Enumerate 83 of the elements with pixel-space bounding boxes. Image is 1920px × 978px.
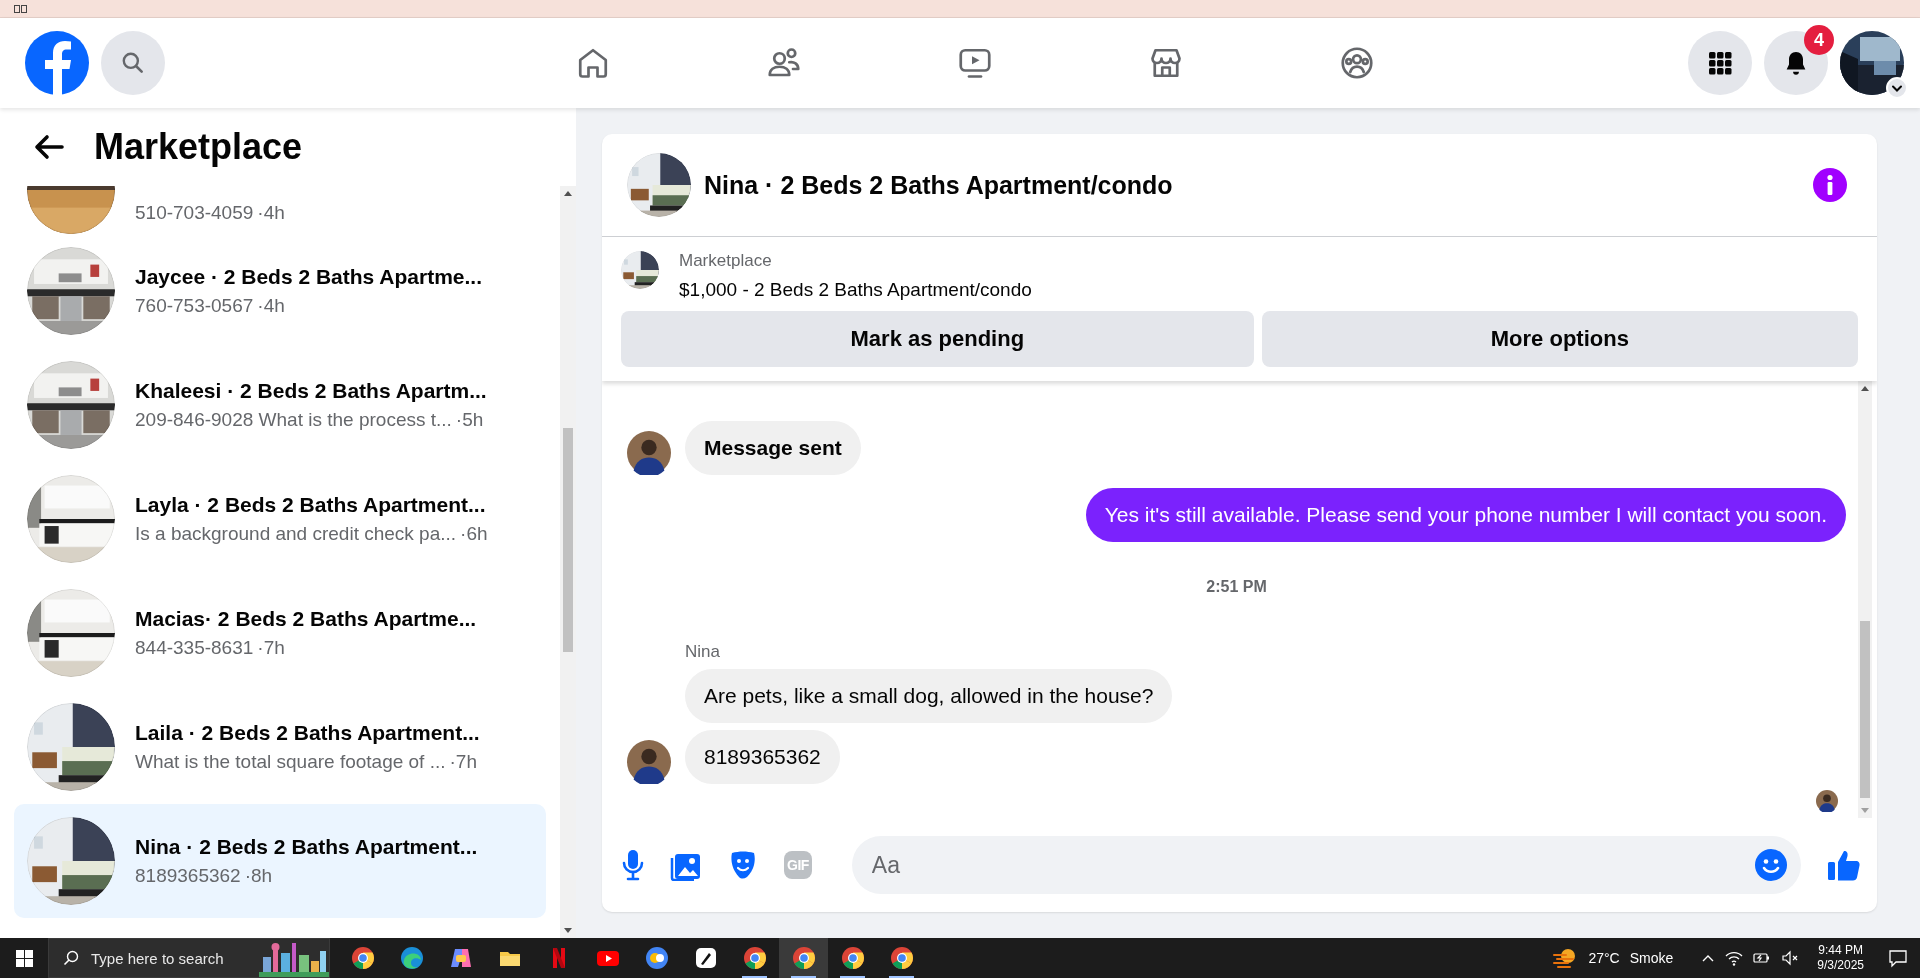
more-options-button[interactable]: More options (1261, 311, 1858, 367)
message-bubble: Are pets, like a small dog, allowed in the house? (685, 669, 1173, 723)
battery-icon[interactable] (1753, 950, 1772, 966)
chat-title: Nina · 2 Beds 2 Baths Apartment/condo (704, 170, 1174, 200)
search-field[interactable]: Type here to search (48, 938, 330, 978)
conversation-title: Nina · 2 Beds 2 Baths Apartment... (135, 835, 478, 859)
message-preview: 510-703-4059 (135, 202, 254, 224)
scrollbar[interactable] (560, 186, 576, 938)
back-arrow-icon[interactable] (34, 134, 64, 160)
avatar (1816, 790, 1838, 812)
grid-icon (1708, 51, 1732, 75)
conversation-item[interactable]: Macias· 2 Beds 2 Baths Apartme... 844-335-8631 ·7h (14, 576, 546, 690)
muted-speaker-icon[interactable] (1781, 950, 1800, 966)
listing-label: Marketplace (679, 251, 773, 271)
pen-icon (693, 946, 718, 970)
timestamp: ·7h (449, 751, 477, 773)
notification-icon[interactable] (1888, 948, 1908, 968)
message-preview: 209-846-9028 What is the process t... (135, 409, 452, 431)
conversation-item[interactable]: 510-703-4059 ·4h (14, 186, 546, 234)
chevron-up-icon[interactable] (1701, 953, 1716, 963)
message-preview: Is a background and credit check pa... (135, 523, 457, 545)
notification-badge: 4 (1804, 25, 1834, 55)
start-icon (15, 949, 33, 967)
taskbar-app[interactable] (779, 938, 828, 978)
timestamp: ·4h (257, 295, 285, 317)
listing-title[interactable]: $1,000 - 2 Beds 2 Baths Apartment/condo (679, 279, 1032, 301)
message-preview: What is the total square footage of ... (135, 751, 446, 773)
browser-icon (889, 946, 914, 970)
scrollbar[interactable] (1858, 381, 1872, 818)
smiley-icon[interactable] (1755, 849, 1787, 881)
conversation-title: Jaycee · 2 Beds 2 Baths Apartme... (135, 265, 483, 289)
message-bubble: Message sent (685, 421, 861, 475)
logo[interactable] (25, 31, 89, 95)
sticker-icon[interactable] (728, 849, 758, 881)
search-icon (120, 50, 146, 76)
scroll-up-icon[interactable] (564, 190, 572, 196)
app-icon (644, 946, 669, 970)
microphone-icon[interactable] (622, 849, 644, 881)
conversation-title: Layla · 2 Beds 2 Baths Apartment... (135, 493, 487, 517)
message-bubble: Yes it's still available. Please send your phone number I will contact you soon. (1085, 488, 1846, 542)
message-field[interactable]: Aa (851, 836, 1801, 894)
chevron-down-icon[interactable] (1886, 77, 1908, 99)
browser-icon (840, 946, 865, 970)
message-time: 2:51 PM (1206, 578, 1267, 596)
message-bubble: 8189365362 (685, 730, 840, 784)
scroll-down-icon[interactable] (564, 928, 572, 934)
timestamp: ·7h (257, 637, 285, 659)
swirl-icon (399, 946, 424, 970)
conversation-title: Macias· 2 Beds 2 Baths Apartme... (135, 607, 477, 631)
app-icon (448, 946, 473, 970)
conversation-item[interactable]: Layla · 2 Beds 2 Baths Apartment... Is a background and credit check pa... ·6h (14, 462, 546, 576)
timestamp: ·6h (460, 523, 488, 545)
sender-name: Nina (685, 642, 721, 662)
conversation-item[interactable]: Laila · 2 Beds 2 Baths Apartment... What is the total square footage of ... ·7h (14, 690, 546, 804)
scroll-thumb[interactable] (1860, 621, 1870, 798)
message-preview: 8189365362 (135, 865, 241, 887)
browser-icon (350, 946, 375, 970)
text-input[interactable]: Aa (869, 850, 1755, 880)
conversation-item[interactable]: Nina · 2 Beds 2 Baths Apartment... 8189365362 ·8h (14, 804, 546, 918)
thumbs-up-icon[interactable] (1827, 848, 1861, 882)
search-icon (63, 950, 79, 966)
conversation-title: Khaleesi · 2 Beds 2 Baths Apartm... (135, 379, 487, 403)
scroll-up-icon[interactable] (1861, 385, 1869, 391)
clock[interactable]: 9:44 PM 9/3/2025 (1817, 943, 1864, 973)
page-title: Marketplace (94, 126, 303, 168)
timestamp: ·4h (257, 202, 285, 224)
message-preview: 844-335-8631 (135, 637, 254, 659)
conversation-item[interactable]: Khaleesi · 2 Beds 2 Baths Apartm... 209-846-9028 What is the process t... ·5h (14, 348, 546, 462)
browser-icon (742, 946, 767, 970)
temperature: 27°C (1588, 950, 1620, 966)
squares-icon (14, 4, 28, 13)
conversation-title: Laila · 2 Beds 2 Baths Apartment... (135, 721, 480, 745)
info-icon[interactable] (1813, 168, 1847, 202)
timestamp: ·8h (244, 865, 273, 887)
conversation-item[interactable]: Jaycee · 2 Beds 2 Baths Apartme... 760-753-0567 ·4h (14, 234, 546, 348)
scroll-thumb[interactable] (563, 428, 573, 652)
timestamp: ·5h (455, 409, 484, 431)
weather-condition: Smoke (1629, 950, 1674, 966)
mark-pending-button[interactable]: Mark as pending (621, 311, 1254, 367)
wifi-icon[interactable] (1725, 950, 1744, 966)
group-icon[interactable] (1339, 45, 1375, 81)
browser-icon (791, 946, 816, 970)
message-preview: 760-753-0567 (135, 295, 254, 317)
